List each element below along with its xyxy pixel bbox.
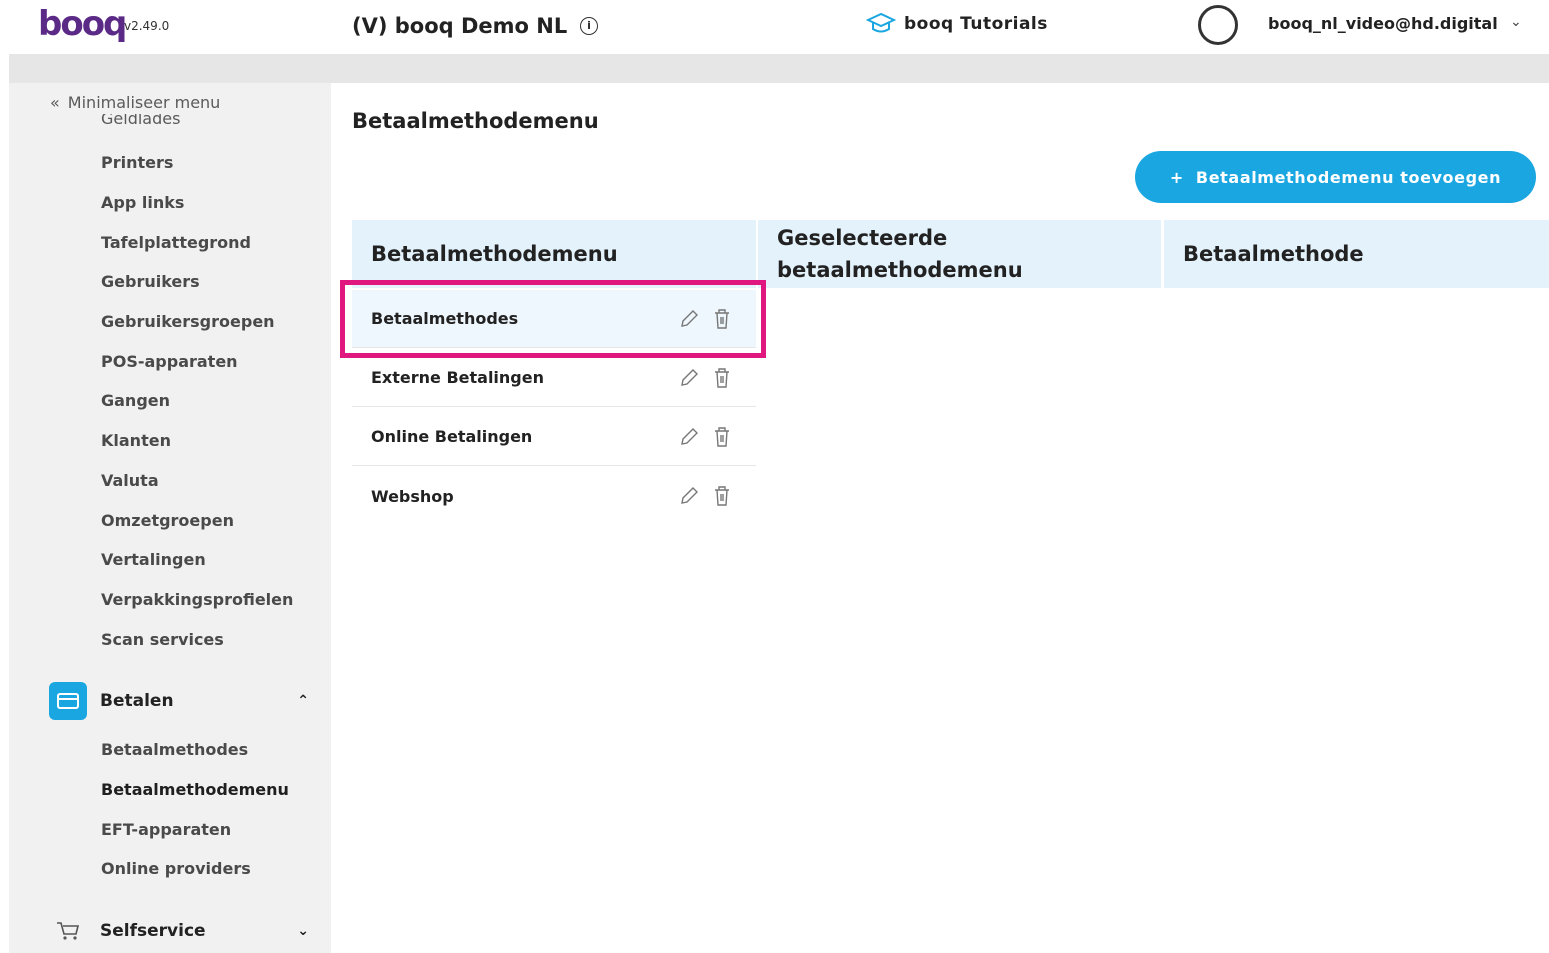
column-header-menu: Betaalmethodemenu xyxy=(352,220,756,288)
sidebar-item-betaalmethodemenu[interactable]: Betaalmethodemenu xyxy=(101,780,289,799)
column-header-method: Betaalmethode xyxy=(1164,220,1549,288)
sidebar: « Minimaliseer menu Geldlades Printers A… xyxy=(9,83,331,953)
booq-logo[interactable]: booq xyxy=(38,4,127,44)
page-title: Betaalmethodemenu xyxy=(352,109,599,133)
sidebar-item-printers[interactable]: Printers xyxy=(101,153,173,172)
row-label: Online Betalingen xyxy=(371,427,533,446)
sidebar-item-app-links[interactable]: App links xyxy=(101,193,184,212)
sidebar-item-valuta[interactable]: Valuta xyxy=(101,471,159,490)
trash-icon[interactable] xyxy=(712,485,732,507)
table-row[interactable]: Webshop xyxy=(352,467,756,525)
user-email[interactable]: booq_nl_video@hd.digital xyxy=(1268,14,1498,33)
sidebar-item-vertalingen[interactable]: Vertalingen xyxy=(101,550,206,569)
avatar[interactable] xyxy=(1198,5,1238,45)
column-header-label: Geselecteerde xyxy=(777,226,948,250)
sidebar-item-gangen[interactable]: Gangen xyxy=(101,391,170,410)
sidebar-section-selfservice[interactable]: Selfservice ⌄ xyxy=(49,912,309,950)
column-header-selected: Geselecteerde betaalmethodemenu xyxy=(758,220,1161,288)
add-payment-menu-button[interactable]: + Betaalmethodemenu toevoegen xyxy=(1135,151,1536,203)
row-label: Webshop xyxy=(371,486,454,506)
chevron-down-icon[interactable]: ⌄ xyxy=(297,923,309,939)
sidebar-item-geldlades[interactable]: Geldlades xyxy=(101,114,180,124)
minimize-menu-label: Minimaliseer menu xyxy=(67,93,221,112)
column-header-label: betaalmethodemenu xyxy=(777,258,1023,282)
edit-pencil-icon[interactable] xyxy=(678,485,700,507)
tutorials-label: booq Tutorials xyxy=(904,14,1048,34)
tutorials-link[interactable]: booq Tutorials xyxy=(866,12,1048,36)
chevron-down-icon[interactable]: ⌄ xyxy=(1510,14,1522,30)
sidebar-item-omzetgroepen[interactable]: Omzetgroepen xyxy=(101,511,234,530)
trash-icon[interactable] xyxy=(712,426,732,448)
sidebar-item-eft-apparaten[interactable]: EFT-apparaten xyxy=(101,820,231,839)
add-button-label: Betaalmethodemenu toevoegen xyxy=(1195,167,1502,187)
graduation-cap-icon xyxy=(866,12,896,33)
sidebar-section-label: Selfservice xyxy=(100,921,206,941)
column-header-label: Betaalmethodemenu xyxy=(371,242,618,266)
sidebar-item-gebruikers[interactable]: Gebruikers xyxy=(101,272,200,291)
header-divider xyxy=(9,54,1549,83)
highlight-annotation xyxy=(340,280,766,358)
payment-card-icon xyxy=(49,682,87,720)
version-label: v2.49.0 xyxy=(124,19,170,33)
venue-name[interactable]: (V) booq Demo NL xyxy=(352,14,567,38)
top-bar: booq v2.49.0 (V) booq Demo NL i booq Tut… xyxy=(0,0,1549,54)
edit-pencil-icon[interactable] xyxy=(678,426,700,448)
info-icon[interactable]: i xyxy=(580,17,598,35)
double-chevron-left-icon: « xyxy=(50,93,60,112)
minimize-menu-button[interactable]: « Minimaliseer menu xyxy=(50,93,220,112)
cart-icon xyxy=(49,912,87,950)
main-content: Betaalmethodemenu + Betaalmethodemenu to… xyxy=(331,83,1549,953)
edit-pencil-icon[interactable] xyxy=(678,367,700,389)
chevron-up-icon[interactable]: ⌃ xyxy=(297,693,309,709)
sidebar-item-klanten[interactable]: Klanten xyxy=(101,431,171,450)
row-label: Externe Betalingen xyxy=(371,368,544,387)
sidebar-item-betaalmethodes[interactable]: Betaalmethodes xyxy=(101,740,248,759)
column-header-label: Betaalmethode xyxy=(1183,242,1364,266)
table-row[interactable]: Online Betalingen xyxy=(352,408,756,466)
sidebar-item-gebruikersgroepen[interactable]: Gebruikersgroepen xyxy=(101,312,275,331)
sidebar-item-scan-services[interactable]: Scan services xyxy=(101,630,224,649)
sidebar-section-label: Betalen xyxy=(100,691,174,711)
sidebar-item-pos-apparaten[interactable]: POS-apparaten xyxy=(101,352,238,371)
sidebar-item-online-providers[interactable]: Online providers xyxy=(101,859,251,878)
sidebar-item-verpakkingsprofielen[interactable]: Verpakkingsprofielen xyxy=(101,590,293,609)
plus-icon: + xyxy=(1169,167,1184,187)
sidebar-section-betalen[interactable]: Betalen ⌃ xyxy=(49,682,309,720)
sidebar-item-tafelplattegrond[interactable]: Tafelplattegrond xyxy=(101,233,251,252)
trash-icon[interactable] xyxy=(712,367,732,389)
